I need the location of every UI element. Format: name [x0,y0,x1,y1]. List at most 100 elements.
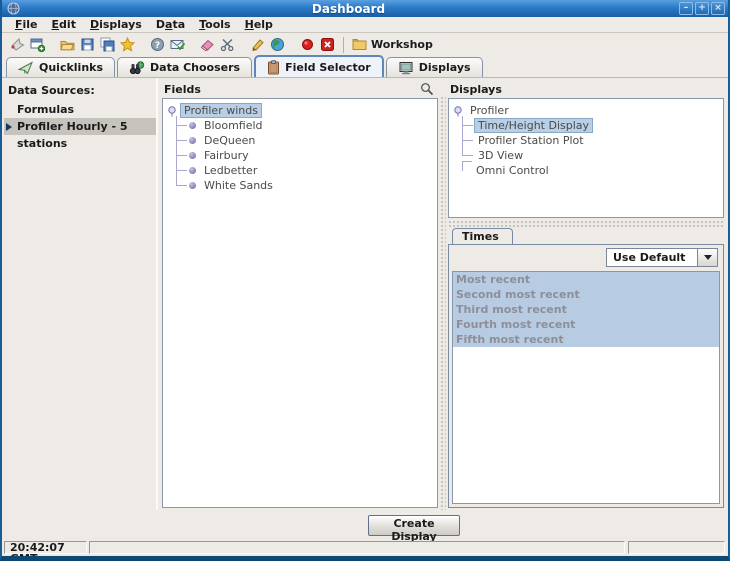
open-folder-icon[interactable] [59,37,75,53]
data-source-profiler-hourly[interactable]: Profiler Hourly - 5 stations [4,118,156,135]
data-sources-header: Data Sources: [4,78,156,101]
tab-label: Displays [419,61,471,74]
new-window-icon[interactable] [29,37,45,53]
save-icon[interactable] [79,37,95,53]
minimize-button[interactable]: – [679,2,693,15]
times-body: Use Default Most recent Second most rece… [448,244,724,508]
tree-node-label: Profiler winds [181,104,261,117]
tree-node-display-type[interactable]: Profiler Station Plot [453,133,723,148]
help-icon[interactable]: ? [149,37,165,53]
status-memory-area [628,541,725,554]
close-button[interactable]: × [711,2,725,15]
tree-node-station[interactable]: Fairbury [167,148,437,163]
time-list-item[interactable]: Second most recent [453,287,719,302]
tab-label: Quicklinks [39,61,103,74]
create-display-button[interactable]: Create Display [368,515,460,536]
tree-node-label: Time/Height Display [475,119,592,132]
mail-check-icon[interactable] [169,37,185,53]
tree-node-station[interactable]: Ledbetter [167,163,437,178]
tree-node-profiler-winds[interactable]: Profiler winds [167,103,437,118]
data-source-label: Formulas [17,103,74,116]
tree-node-omni-control[interactable]: Omni Control [453,163,723,178]
tree-expanded-handle-icon[interactable] [453,105,465,117]
tree-node-label: Profiler Station Plot [475,134,587,147]
tree-node-profiler[interactable]: Profiler [453,103,723,118]
quicklinks-icon [18,61,34,75]
leaf-bullet-icon [189,137,196,144]
times-section: Times Use Default Most recent Second mos… [448,228,724,508]
horizontal-splitter[interactable] [448,220,724,227]
menu-data[interactable]: Data [149,17,192,32]
stop-close-icon[interactable] [319,37,335,53]
data-sources-panel: Data Sources: Formulas Profiler Hourly -… [4,78,158,510]
data-source-formulas[interactable]: Formulas [4,101,156,118]
tree-node-label: DeQueen [201,134,258,147]
fields-header: Fields [160,78,440,98]
scissors-icon[interactable] [219,37,235,53]
tree-node-display-type[interactable]: Time/Height Display [453,118,723,133]
leaf-bullet-icon [189,122,196,129]
menu-file[interactable]: File [8,17,45,32]
tree-node-station[interactable]: White Sands [167,178,437,193]
tree-expanded-handle-icon[interactable] [167,105,179,117]
times-list: Most recent Second most recent Third mos… [452,271,720,504]
selected-arrow-icon [6,123,12,131]
displays-tree: Profiler Time/Height Display Profiler St… [448,98,724,218]
workshop-label: Workshop [371,38,433,51]
time-list-item[interactable]: Most recent [453,272,719,287]
globe-icon[interactable] [269,37,285,53]
time-list-item[interactable]: Third most recent [453,302,719,317]
bottom-bar: Create Display [2,510,728,540]
workshop-folder-icon [352,37,367,52]
pencil-icon[interactable] [249,37,265,53]
fields-tree: Profiler winds Bloomfield DeQueen [162,98,438,508]
eraser-icon[interactable] [199,37,215,53]
tree-node-display-type[interactable]: 3D View [453,148,723,163]
menu-bar: File Edit Displays Data Tools Help [2,17,728,33]
tab-field-selector[interactable]: Field Selector [254,55,384,77]
leaf-bullet-icon [189,152,196,159]
favorites-star-icon[interactable] [119,37,135,53]
save-as-icon[interactable] [99,37,115,53]
menu-tools[interactable]: Tools [192,17,237,32]
tab-times[interactable]: Times [452,228,513,244]
maximize-button[interactable]: + [695,2,709,15]
times-mode-combobox[interactable]: Use Default [606,248,718,267]
record-icon[interactable] [299,37,315,53]
workshop-button[interactable]: Workshop [352,37,433,52]
tree-node-station[interactable]: Bloomfield [167,118,437,133]
data-source-label: Profiler Hourly - 5 stations [17,120,128,150]
fields-header-label: Fields [164,83,201,96]
tree-node-label: 3D View [475,149,526,162]
combobox-arrow-button[interactable] [697,249,717,266]
pointer-icon[interactable] [9,37,25,53]
field-selector-content: Data Sources: Formulas Profiler Hourly -… [2,78,728,510]
tab-label: Field Selector [285,61,371,74]
tab-displays[interactable]: Displays [386,57,483,77]
clipboard-icon [267,60,280,75]
toolbar-separator [343,37,344,53]
tree-node-label: Fairbury [201,149,252,162]
main-tabs: Quicklinks Data Choosers Field Selector … [2,56,728,78]
leaf-bullet-icon [189,167,196,174]
binoculars-globe-icon [129,61,145,75]
tree-node-label: Bloomfield [201,119,266,132]
time-list-item[interactable]: Fifth most recent [453,332,719,347]
displays-header: Displays [446,78,726,98]
leaf-bullet-icon [189,182,196,189]
tree-node-label: Omni Control [473,164,552,177]
tree-node-station[interactable]: DeQueen [167,133,437,148]
status-bar: 20:42:07 GMT [2,540,728,556]
tab-data-choosers[interactable]: Data Choosers [117,57,252,77]
menu-displays[interactable]: Displays [83,17,149,32]
status-clock: 20:42:07 GMT [4,541,87,554]
menu-edit[interactable]: Edit [45,17,83,32]
tree-node-label: White Sands [201,179,276,192]
search-icon[interactable] [420,82,434,96]
tab-quicklinks[interactable]: Quicklinks [6,57,115,77]
time-list-item[interactable]: Fourth most recent [453,317,719,332]
menu-help[interactable]: Help [238,17,280,32]
displays-panel: Displays Profiler Time/Height Display Pr… [446,78,726,510]
fields-panel: Fields Profiler winds Bloomfield [160,78,440,510]
tab-label: Data Choosers [150,61,240,74]
